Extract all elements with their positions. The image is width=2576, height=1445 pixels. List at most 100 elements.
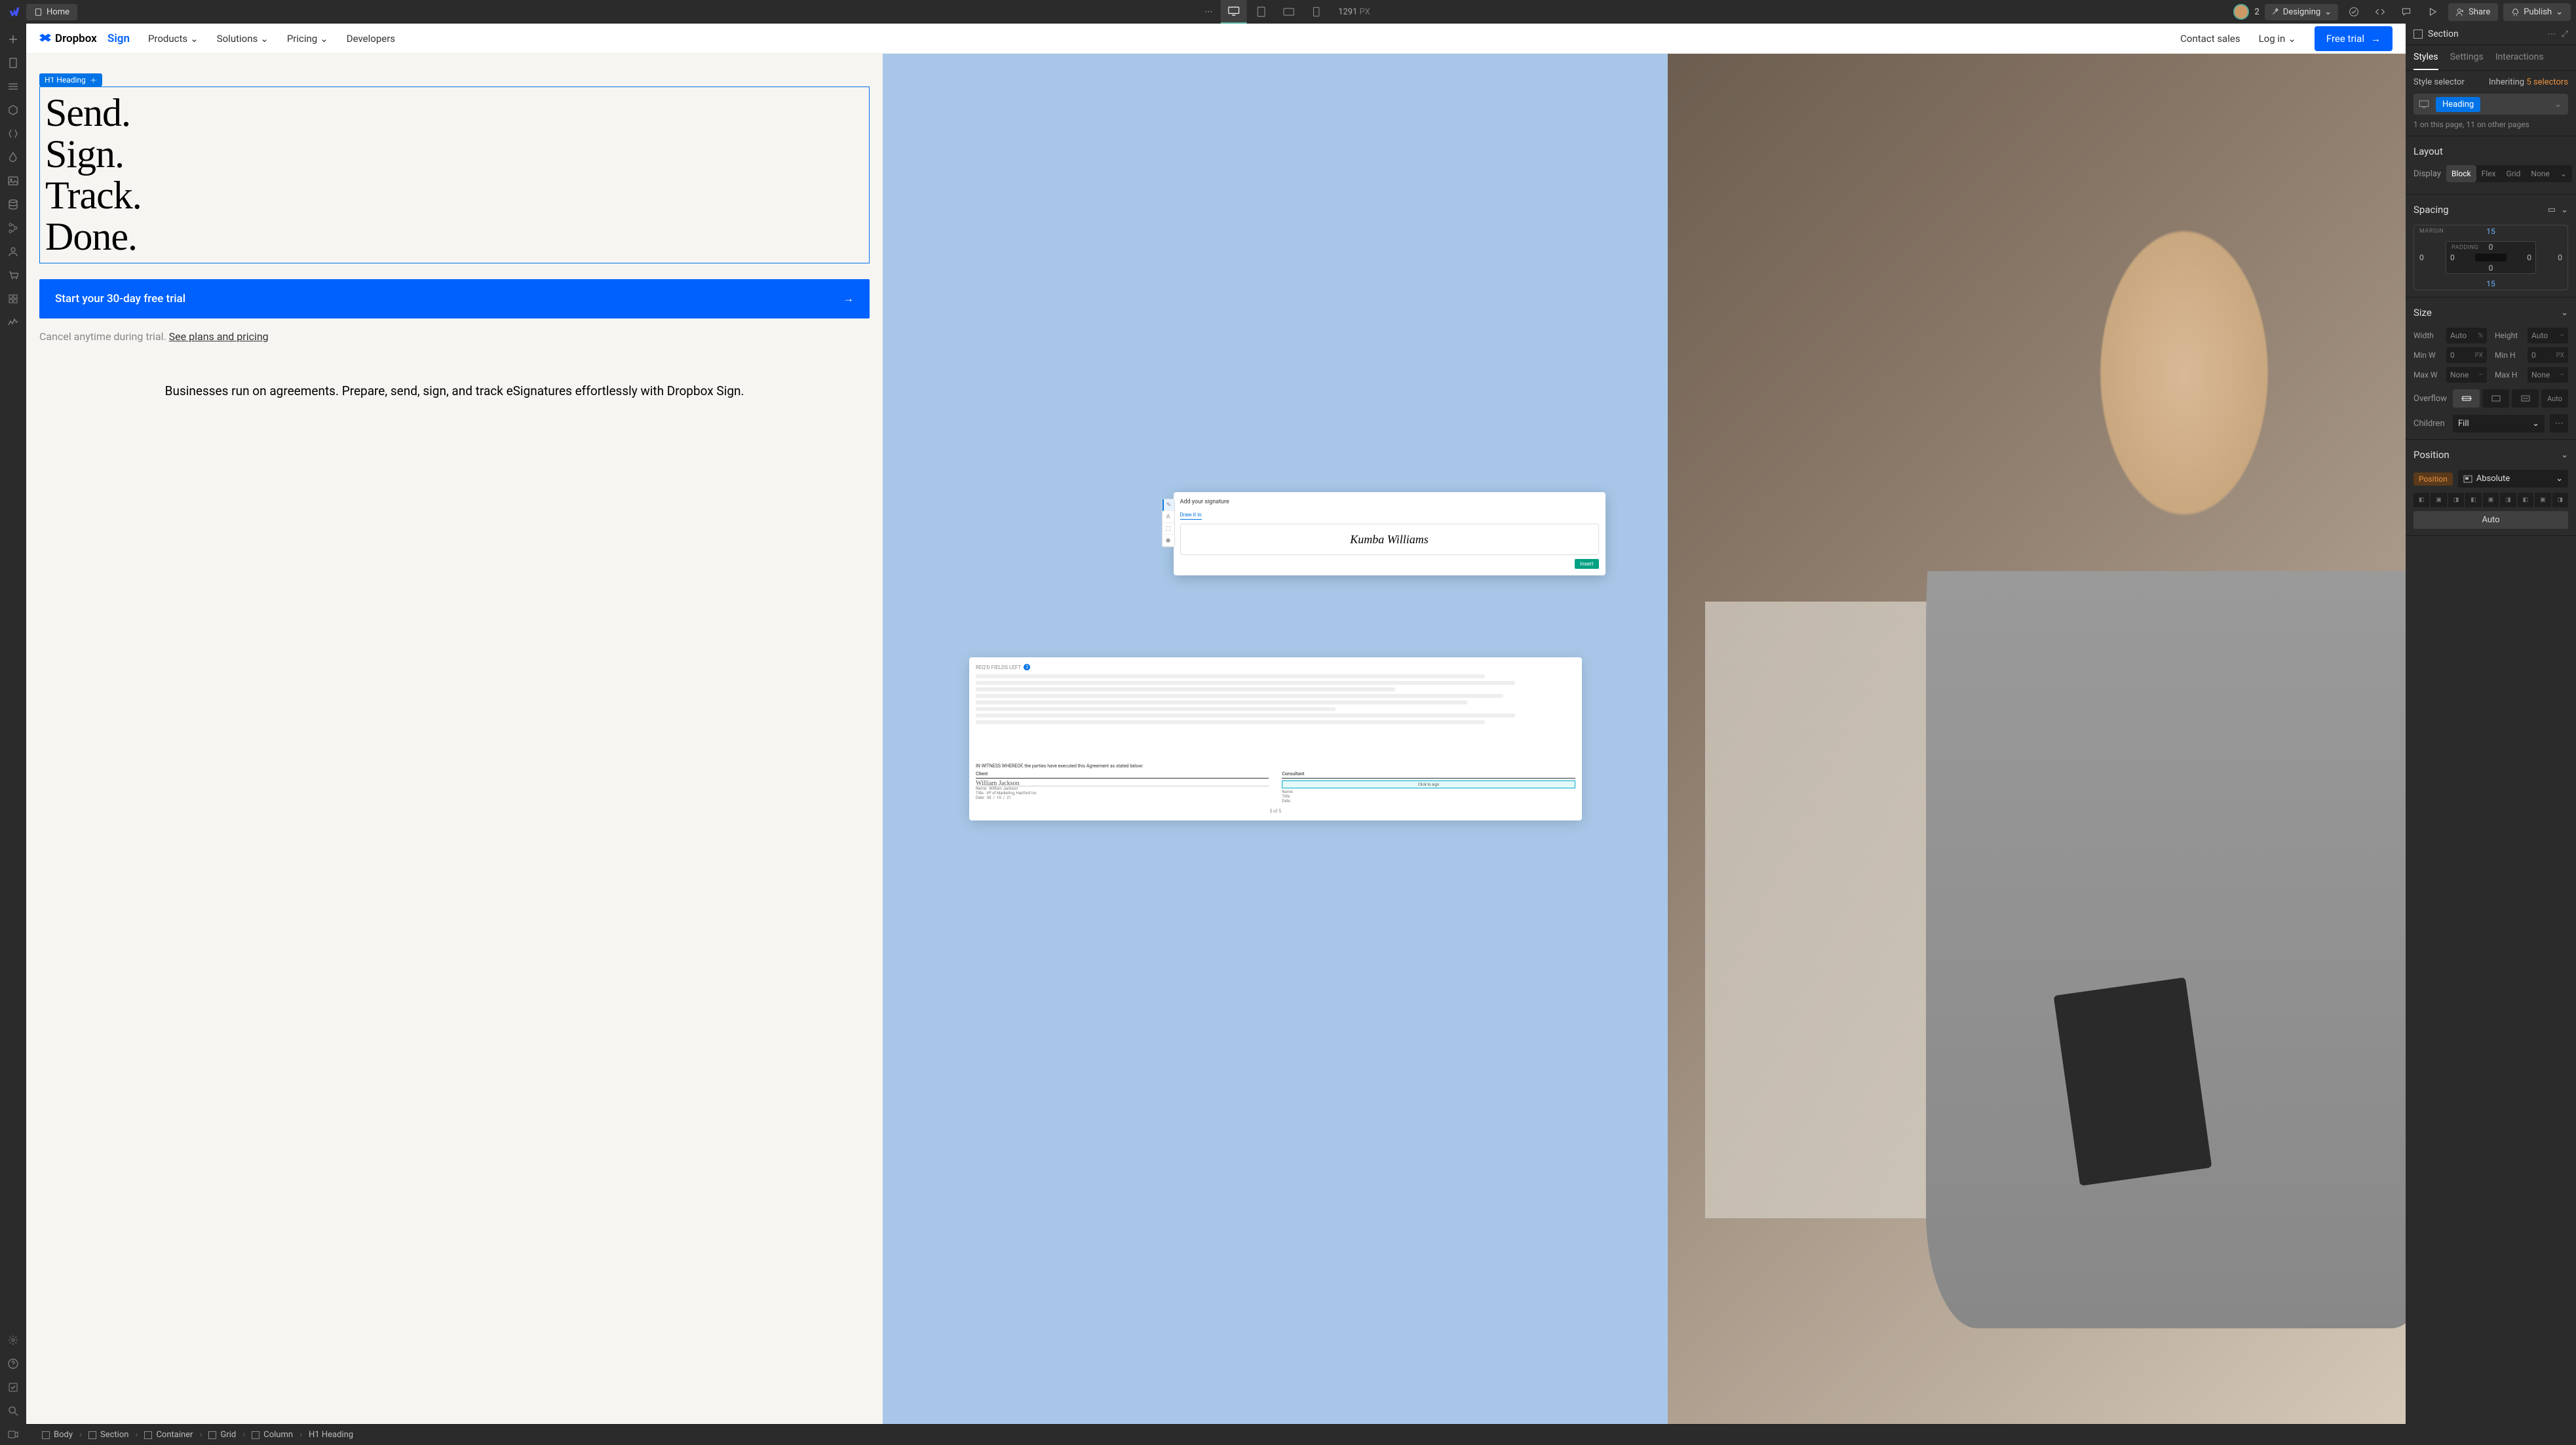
chevron-down-icon[interactable]: ⌄ bbox=[2561, 450, 2568, 460]
spacing-preset-icon[interactable]: ▭ bbox=[2548, 205, 2556, 215]
webflow-logo[interactable] bbox=[5, 3, 24, 21]
min-width-input[interactable]: 0PX bbox=[2446, 347, 2487, 363]
desktop-breakpoint-button[interactable] bbox=[1220, 0, 1246, 24]
draw-tab[interactable]: Draw it in bbox=[1180, 512, 1202, 520]
play-icon[interactable] bbox=[2422, 1, 2443, 22]
mobile-breakpoint-button[interactable] bbox=[1303, 0, 1329, 24]
selector-combobox[interactable]: Heading ⌄ bbox=[2413, 94, 2568, 115]
spacing-heading[interactable]: Spacing bbox=[2413, 201, 2449, 218]
display-grid[interactable]: Grid bbox=[2501, 165, 2526, 182]
checklist-button[interactable] bbox=[3, 1377, 24, 1398]
publish-button[interactable]: Publish ⌄ bbox=[2503, 3, 2571, 21]
start-trial-button[interactable]: Start your 30-day free trial → bbox=[39, 279, 870, 318]
hero-heading[interactable]: Send. Sign. Track. Done. bbox=[39, 87, 870, 263]
design-canvas[interactable]: Dropbox Sign Products ⌄ Solutions ⌄ Pric… bbox=[26, 24, 2406, 1424]
inherit-link[interactable]: 5 selectors bbox=[2526, 77, 2568, 87]
selector-tag[interactable]: Heading bbox=[2436, 97, 2480, 112]
tab-styles[interactable]: Styles bbox=[2413, 45, 2438, 70]
signature-canvas[interactable]: Kumba Williams bbox=[1180, 524, 1599, 555]
pos-bl[interactable]: ◧ bbox=[2518, 493, 2533, 507]
share-button[interactable]: Share bbox=[2448, 3, 2498, 21]
margin-bottom[interactable]: 15 bbox=[2486, 279, 2495, 288]
upload-tool-icon[interactable]: ⬚ bbox=[1163, 523, 1174, 535]
mode-selector[interactable]: Designing ⌄ bbox=[2265, 4, 2338, 20]
camera-tool-icon[interactable]: ◉ bbox=[1163, 535, 1174, 547]
insert-button[interactable]: Insert bbox=[1575, 559, 1599, 569]
width-input[interactable]: Auto% bbox=[2446, 328, 2487, 343]
crumb-container[interactable]: Container bbox=[136, 1430, 201, 1440]
padding-top[interactable]: 0 bbox=[2489, 242, 2493, 252]
users-button[interactable] bbox=[3, 241, 24, 262]
pos-mr[interactable]: ◨ bbox=[2500, 493, 2516, 507]
pos-bc[interactable]: ▣ bbox=[2535, 493, 2550, 507]
expand-icon[interactable]: ⤢ bbox=[2562, 29, 2568, 39]
crumb-grid[interactable]: Grid bbox=[201, 1430, 244, 1440]
chevron-down-icon[interactable]: ⌄ bbox=[2550, 100, 2566, 109]
pos-mc[interactable]: ▣ bbox=[2483, 493, 2499, 507]
crumb-section[interactable]: Section bbox=[81, 1430, 136, 1440]
free-trial-button[interactable]: Free trial → bbox=[2315, 26, 2393, 51]
variables-button[interactable] bbox=[3, 123, 24, 144]
position-auto[interactable]: Auto bbox=[2413, 511, 2568, 529]
chevron-down-icon[interactable]: ⌄ bbox=[2561, 205, 2568, 215]
nav-solutions[interactable]: Solutions ⌄ bbox=[217, 33, 269, 45]
code-icon[interactable] bbox=[2370, 1, 2391, 22]
pos-ml[interactable]: ◧ bbox=[2465, 493, 2481, 507]
settings-button[interactable] bbox=[3, 1330, 24, 1351]
pos-tr[interactable]: ◨ bbox=[2448, 493, 2464, 507]
cms-button[interactable] bbox=[3, 194, 24, 215]
tablet-breakpoint-button[interactable] bbox=[1248, 0, 1274, 24]
margin-right[interactable]: 0 bbox=[2558, 253, 2562, 262]
video-button[interactable] bbox=[3, 1424, 24, 1445]
pos-tc[interactable]: ▣ bbox=[2431, 493, 2446, 507]
components-button[interactable] bbox=[3, 100, 24, 121]
landscape-breakpoint-button[interactable] bbox=[1275, 0, 1301, 24]
nav-developers[interactable]: Developers bbox=[347, 33, 395, 45]
crumb-heading[interactable]: H1 Heading bbox=[301, 1430, 361, 1440]
crumb-body[interactable]: Body bbox=[34, 1430, 81, 1440]
more-icon[interactable]: ⋯ bbox=[1198, 1, 1219, 22]
margin-left[interactable]: 0 bbox=[2419, 253, 2424, 262]
height-input[interactable]: Auto– bbox=[2528, 328, 2568, 343]
spacing-control[interactable]: MARGIN 15 0 0 15 PADDING 0 0 0 0 bbox=[2413, 225, 2568, 290]
check-icon[interactable] bbox=[2343, 1, 2364, 22]
padding-bottom[interactable]: 0 bbox=[2489, 263, 2493, 273]
nav-pricing[interactable]: Pricing ⌄ bbox=[287, 33, 328, 45]
nav-products[interactable]: Products ⌄ bbox=[148, 33, 199, 45]
position-select[interactable]: Absolute ⌄ bbox=[2458, 470, 2568, 488]
apps-button[interactable] bbox=[3, 288, 24, 309]
breakpoint-icon[interactable] bbox=[2416, 96, 2432, 112]
padding-right[interactable]: 0 bbox=[2527, 253, 2531, 262]
margin-top[interactable]: 15 bbox=[2486, 227, 2495, 236]
type-tool-icon[interactable]: A bbox=[1163, 511, 1174, 523]
search-button[interactable] bbox=[3, 1400, 24, 1421]
display-block[interactable]: Block bbox=[2446, 165, 2476, 182]
display-flex[interactable]: Flex bbox=[2476, 165, 2501, 182]
help-button[interactable] bbox=[3, 1353, 24, 1374]
user-avatar[interactable] bbox=[2233, 4, 2249, 20]
login-link[interactable]: Log in ⌄ bbox=[2259, 33, 2296, 45]
navigator-button[interactable] bbox=[3, 76, 24, 97]
selection-badge[interactable]: H1 Heading bbox=[39, 73, 102, 87]
canvas-width-label[interactable]: 1291 PX bbox=[1330, 7, 1378, 17]
dropbox-sign-logo[interactable]: Dropbox Sign bbox=[39, 32, 130, 45]
pos-tl[interactable]: ◧ bbox=[2413, 493, 2429, 507]
layout-heading[interactable]: Layout bbox=[2413, 143, 2568, 160]
overflow-visible[interactable] bbox=[2453, 389, 2480, 408]
children-more[interactable]: ⋯ bbox=[2550, 414, 2568, 433]
pos-br[interactable]: ◨ bbox=[2552, 493, 2568, 507]
draw-tool-icon[interactable]: ✎ bbox=[1163, 499, 1174, 511]
overflow-hidden[interactable] bbox=[2482, 389, 2509, 408]
audit-button[interactable] bbox=[3, 312, 24, 333]
more-icon[interactable]: ⋯ bbox=[2548, 29, 2556, 39]
size-heading[interactable]: Size bbox=[2413, 304, 2432, 321]
home-button[interactable]: Home bbox=[26, 4, 77, 20]
pages-button[interactable] bbox=[3, 52, 24, 73]
chevron-down-icon[interactable]: ⌄ bbox=[2561, 308, 2568, 318]
assets-button[interactable] bbox=[3, 170, 24, 191]
max-height-input[interactable]: None– bbox=[2528, 367, 2568, 383]
ecommerce-button[interactable] bbox=[3, 265, 24, 286]
children-select[interactable]: Fill⌄ bbox=[2453, 415, 2545, 433]
tab-settings[interactable]: Settings bbox=[2450, 45, 2484, 70]
comment-icon[interactable] bbox=[2396, 1, 2417, 22]
